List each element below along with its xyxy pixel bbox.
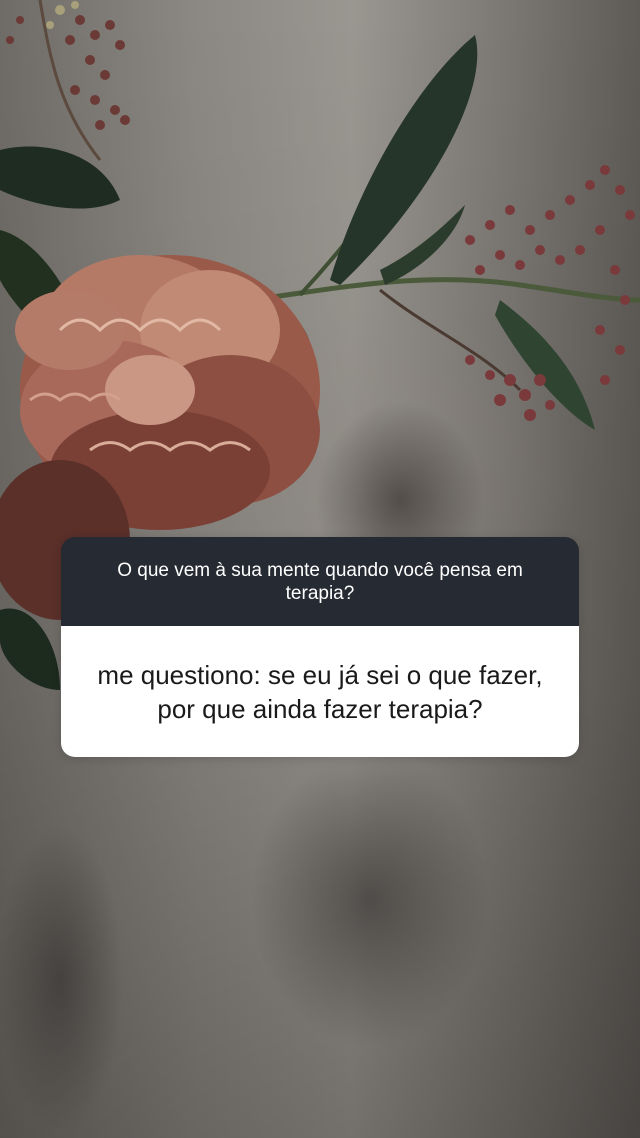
question-sticker[interactable]: O que vem à sua mente quando você pensa …	[61, 537, 579, 757]
answer-text: me questiono: se eu já sei o que fazer, …	[97, 659, 543, 724]
answer-area: me questiono: se eu já sei o que fazer, …	[61, 626, 579, 757]
question-text: O que vem à sua mente quando você pensa …	[117, 559, 523, 604]
story-screen: O que vem à sua mente quando você pensa …	[0, 0, 640, 1138]
question-header: O que vem à sua mente quando você pensa …	[61, 537, 579, 626]
